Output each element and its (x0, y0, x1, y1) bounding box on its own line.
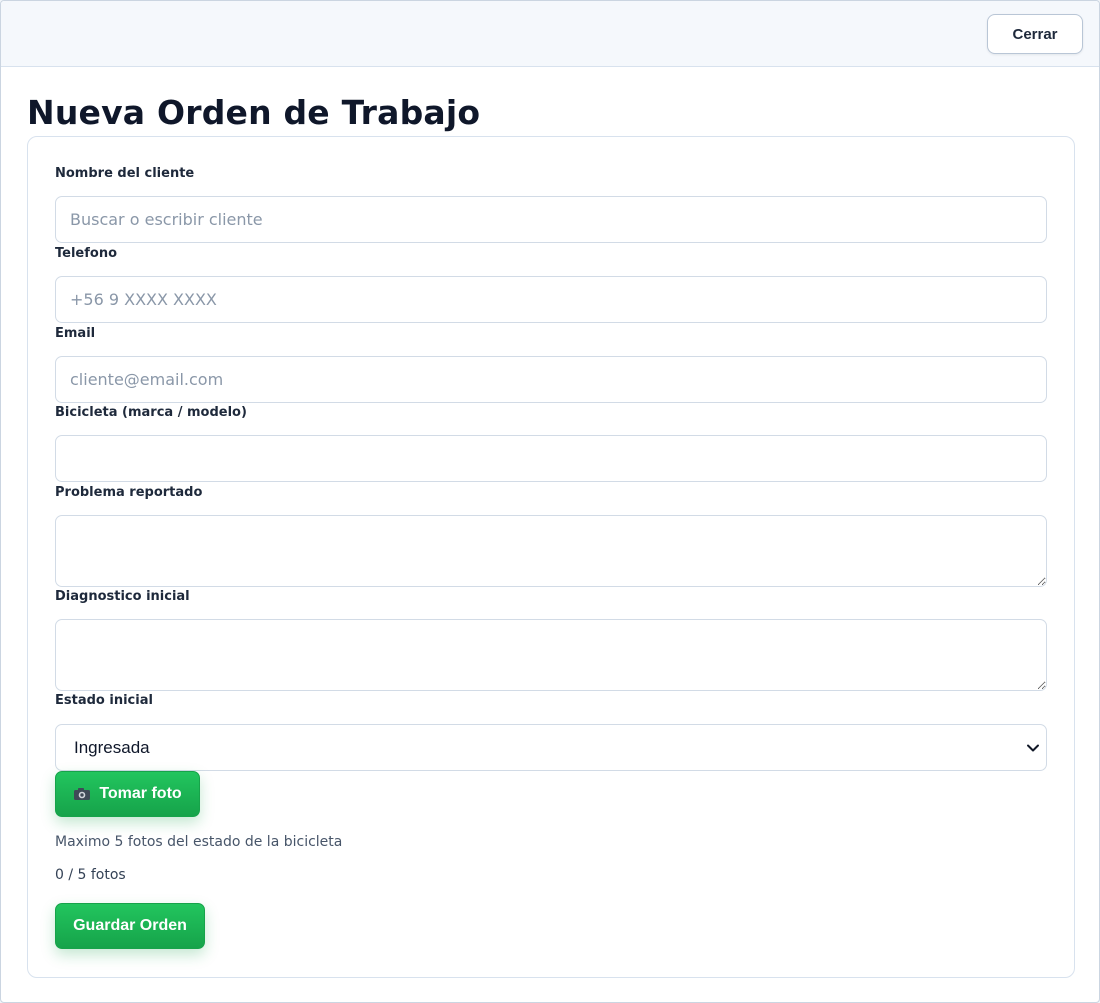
phone-label: Telefono (55, 246, 118, 261)
initial-status-value: Ingresada (74, 738, 150, 757)
email-input[interactable] (55, 356, 1047, 403)
email-label: Email (55, 326, 96, 341)
chevron-down-icon (1027, 744, 1039, 752)
initial-status-label: Estado inicial (55, 693, 153, 708)
phone-input[interactable] (55, 276, 1047, 323)
initial-status-select[interactable]: Ingresada (55, 724, 1047, 771)
photo-helper-text: Maximo 5 fotos del estado de la biciclet… (55, 834, 343, 850)
bike-input[interactable] (55, 435, 1047, 482)
work-order-form: Nombre del cliente Telefono Email Bicicl… (27, 136, 1075, 978)
close-button[interactable]: Cerrar (987, 14, 1083, 54)
take-photo-label: Tomar foto (99, 785, 182, 802)
initial-diagnosis-label: Diagnostico inicial (55, 589, 190, 604)
top-bar: Cerrar (1, 1, 1099, 67)
client-name-input[interactable] (55, 196, 1047, 243)
camera-icon (74, 788, 91, 800)
initial-diagnosis-textarea[interactable] (55, 619, 1047, 691)
reported-problem-textarea[interactable] (55, 515, 1047, 587)
client-name-label: Nombre del cliente (55, 166, 195, 181)
save-order-button[interactable]: Guardar Orden (55, 903, 205, 949)
page-title: Nueva Orden de Trabajo (27, 93, 481, 132)
bike-label: Bicicleta (marca / modelo) (55, 405, 247, 420)
photo-count: 0 / 5 fotos (55, 867, 126, 883)
app-window: Cerrar Nueva Orden de Trabajo Nombre del… (0, 0, 1100, 1003)
reported-problem-label: Problema reportado (55, 485, 203, 500)
take-photo-button[interactable]: Tomar foto (55, 771, 200, 817)
